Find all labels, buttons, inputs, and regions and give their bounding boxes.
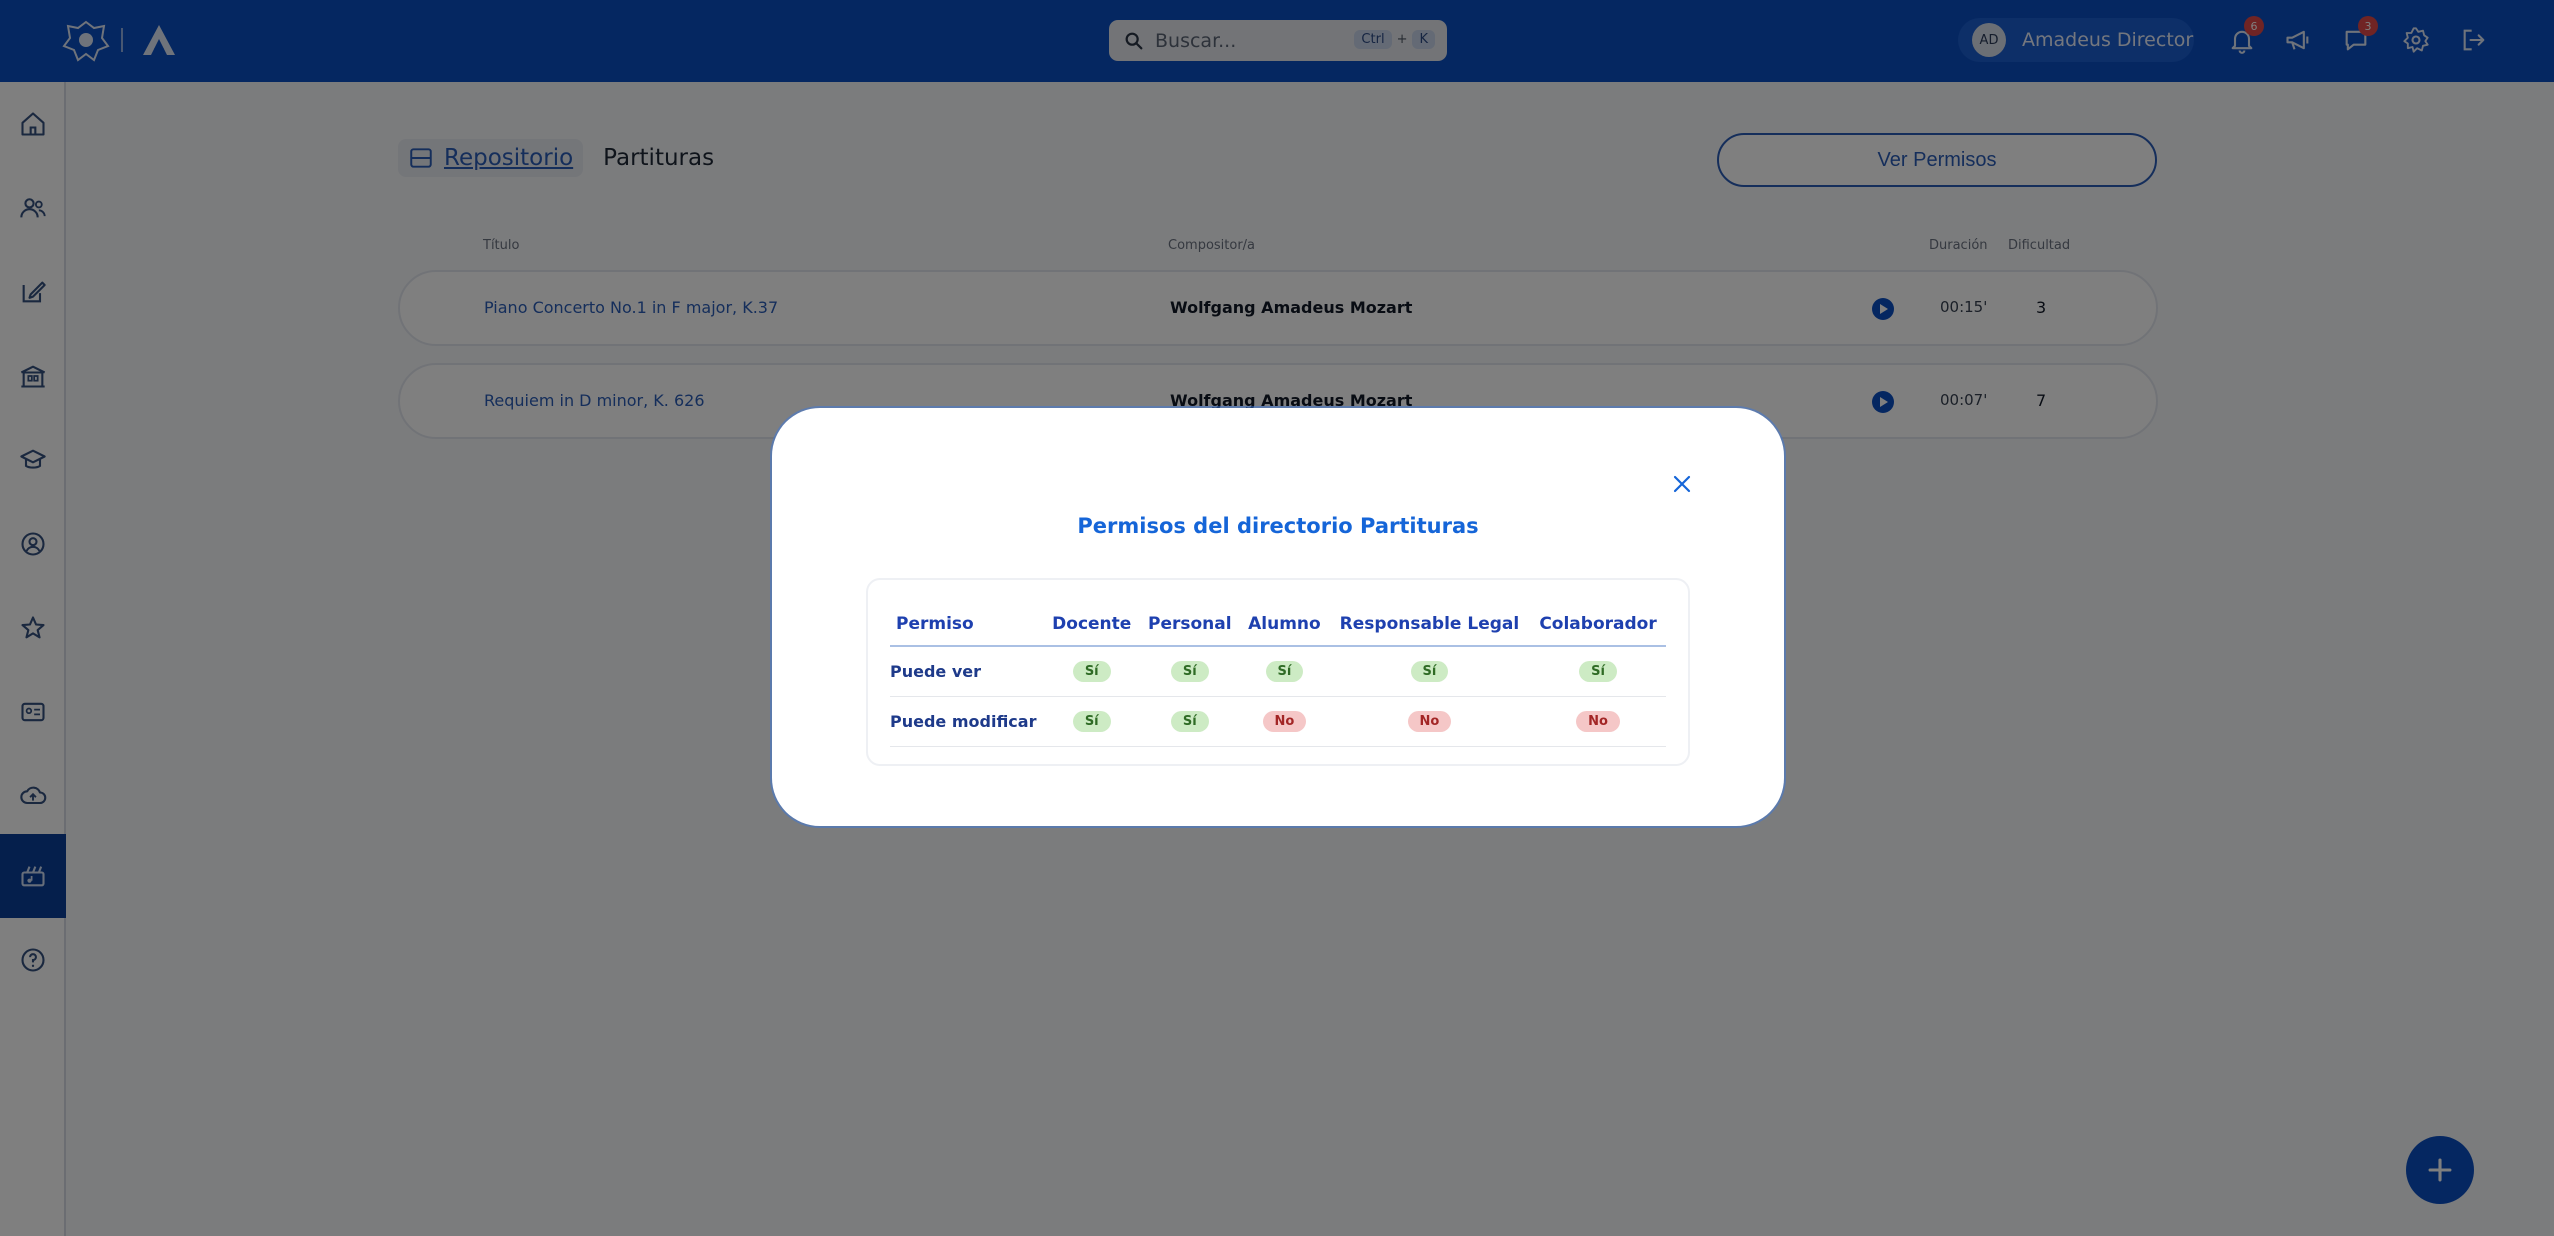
status-badge: No (1262, 711, 1307, 732)
permission-row-puede-modificar: Puede modificar Sí Sí No No No (890, 696, 1666, 747)
status-badge: Sí (1410, 661, 1449, 683)
permissions-card: Permiso Docente Personal Alumno Responsa… (866, 578, 1690, 766)
permission-row-puede-ver: Puede ver Sí Sí Sí Sí Sí (890, 646, 1666, 697)
status-badge: Sí (1072, 661, 1111, 683)
status-badge: Sí (1170, 711, 1209, 732)
modal-title: Permisos del directorio Partituras (1077, 514, 1479, 538)
permissions-header-row: Permiso Docente Personal Alumno Responsa… (890, 602, 1666, 647)
status-badge: No (1407, 711, 1452, 732)
close-button[interactable] (1666, 468, 1698, 500)
close-icon (1673, 475, 1691, 493)
status-badge: No (1576, 711, 1620, 732)
header-responsable-legal: Responsable Legal (1328, 602, 1531, 647)
status-badge: Sí (1579, 661, 1617, 683)
permission-label: Puede ver (890, 646, 1044, 697)
status-badge: Sí (1265, 661, 1304, 683)
header-colaborador: Colaborador (1530, 602, 1666, 647)
status-badge: Sí (1170, 661, 1209, 683)
permissions-modal: Permisos del directorio Partituras Permi… (772, 408, 1784, 826)
header-permiso: Permiso (890, 602, 1044, 647)
header-personal: Personal (1139, 602, 1240, 647)
permission-label: Puede modificar (890, 696, 1044, 747)
status-badge: Sí (1072, 711, 1111, 732)
header-alumno: Alumno (1240, 602, 1329, 647)
header-docente: Docente (1043, 602, 1140, 647)
permissions-table: Permiso Docente Personal Alumno Responsa… (890, 602, 1666, 747)
